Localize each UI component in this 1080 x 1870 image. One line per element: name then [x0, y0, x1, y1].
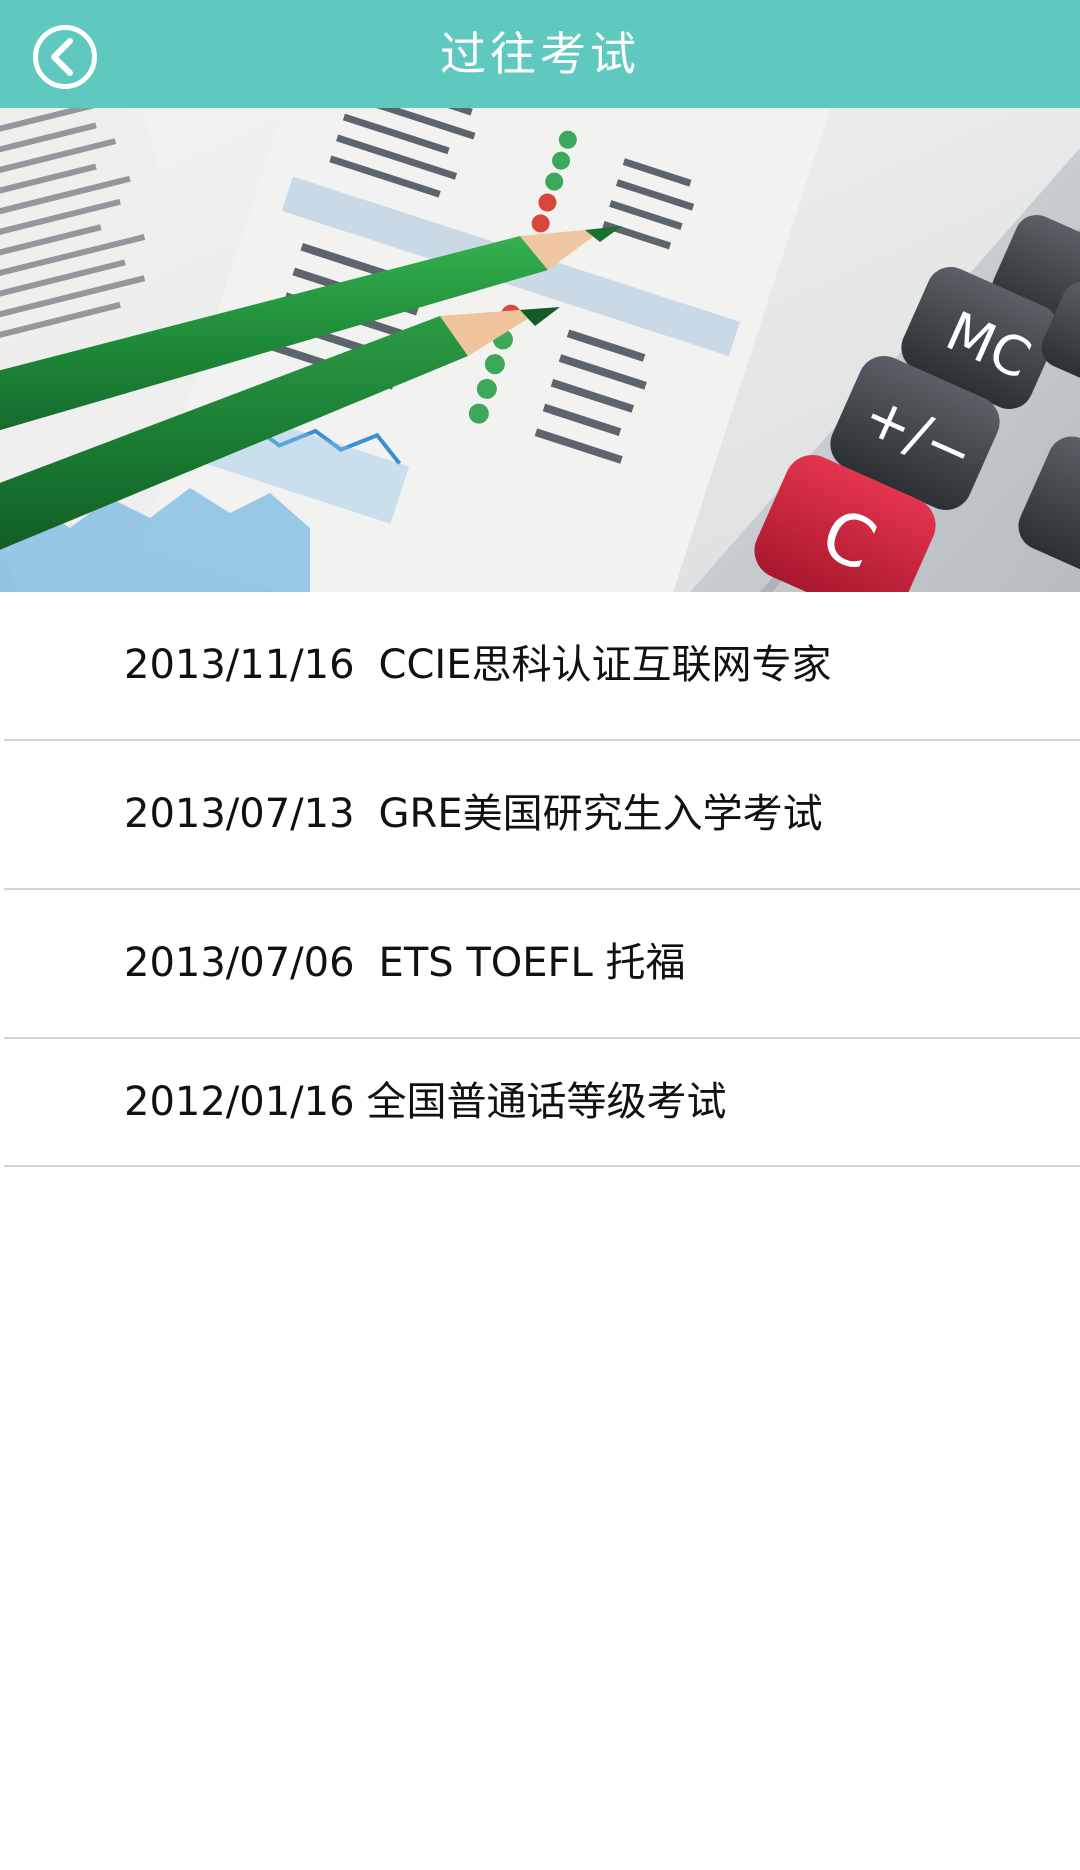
back-button[interactable]	[32, 24, 98, 90]
screen: 过往考试 MC +/− C 2013/11/16 CCIE思科认证互联网专家 2…	[0, 0, 1080, 1870]
exam-date: 2012/01/16	[124, 1079, 355, 1125]
exam-list-item-text: 2013/11/16 CCIE思科认证互联网专家	[124, 592, 831, 739]
exam-list-item[interactable]: 2012/01/16 全国普通话等级考试	[4, 1039, 1080, 1167]
exam-name: GRE美国研究生入学考试	[378, 791, 823, 837]
exam-date: 2013/07/13	[124, 791, 355, 837]
exam-list-item-text: 2012/01/16 全国普通话等级考试	[124, 1039, 727, 1165]
banner-image: MC +/− C	[0, 108, 1080, 592]
title-bar: 过往考试	[0, 0, 1080, 108]
chevron-left-circle-icon	[33, 25, 97, 89]
exam-date: 2013/07/06	[124, 940, 355, 986]
exam-name: ETS TOEFL 托福	[378, 940, 686, 986]
exam-list-item[interactable]: 2013/07/06 ETS TOEFL 托福	[4, 890, 1080, 1039]
exam-list-item[interactable]: 2013/07/13 GRE美国研究生入学考试	[4, 741, 1080, 890]
exam-list-item-text: 2013/07/13 GRE美国研究生入学考试	[124, 741, 823, 888]
exam-list-item-text: 2013/07/06 ETS TOEFL 托福	[124, 890, 686, 1037]
exam-name: 全国普通话等级考试	[366, 1079, 727, 1125]
exam-date: 2013/11/16	[124, 642, 355, 688]
page-title: 过往考试	[440, 27, 640, 81]
exam-list: 2013/11/16 CCIE思科认证互联网专家 2013/07/13 GRE美国研…	[0, 592, 1080, 1167]
exam-list-item[interactable]: 2013/11/16 CCIE思科认证互联网专家	[4, 592, 1080, 741]
exam-name: CCIE思科认证互联网专家	[378, 642, 832, 688]
